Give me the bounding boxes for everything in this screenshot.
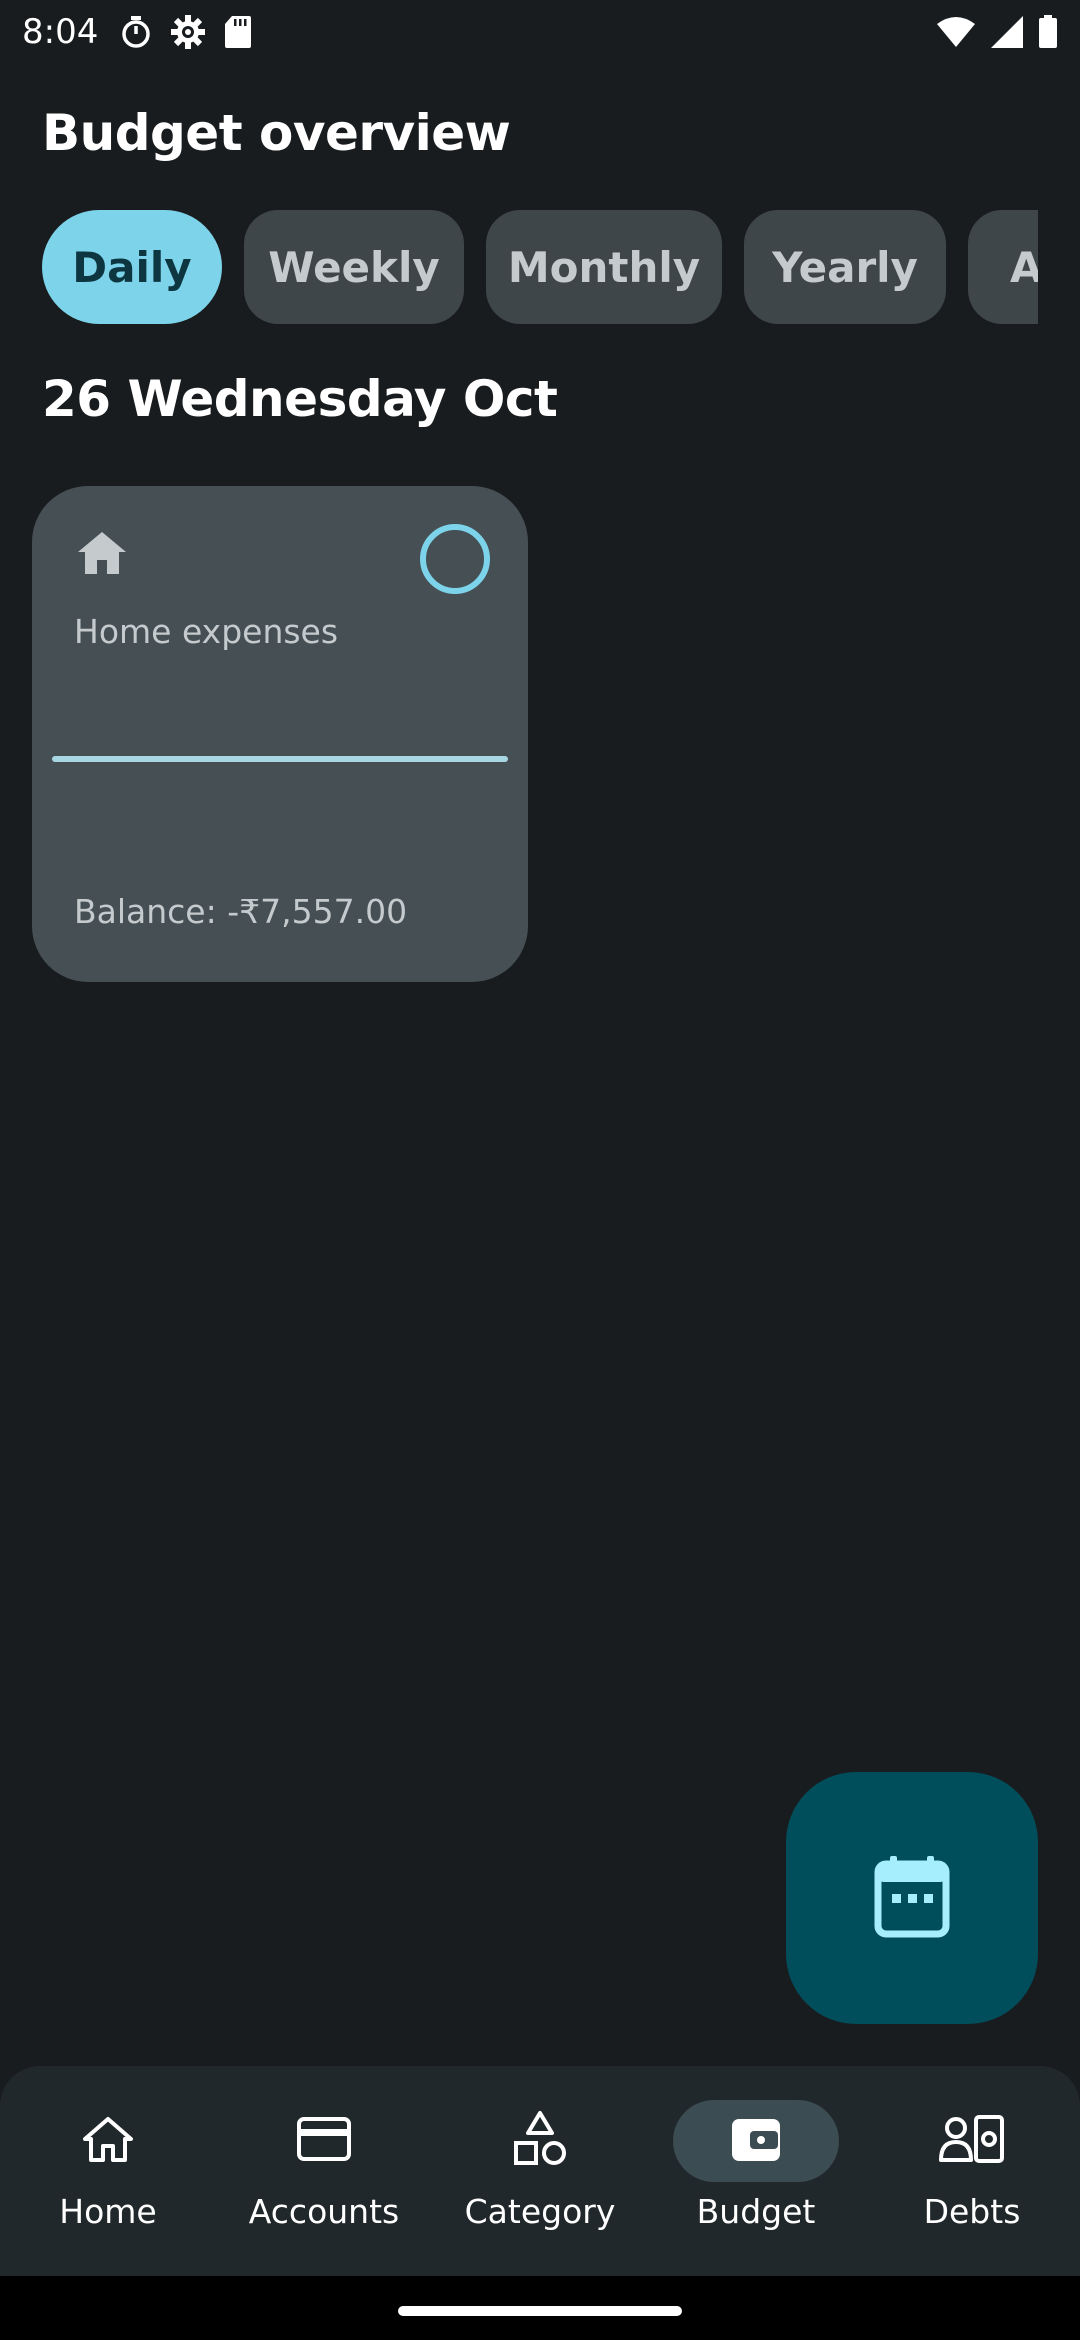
shapes-icon — [512, 2110, 568, 2172]
calendar-fab-button[interactable] — [786, 1772, 1038, 2024]
status-time: 8:04 — [22, 12, 99, 52]
credit-card-icon — [296, 2116, 352, 2166]
sd-card-icon — [224, 15, 252, 49]
settings-icon — [170, 14, 206, 50]
calendar-icon — [874, 1854, 950, 1942]
tab-weekly[interactable]: Weekly — [244, 210, 464, 324]
home-icon — [76, 530, 128, 580]
tab-daily[interactable]: Daily — [42, 210, 222, 324]
nav-label-home: Home — [59, 2192, 157, 2231]
page-title: Budget overview — [42, 104, 511, 162]
date-heading: 26 Wednesday Oct — [42, 370, 558, 428]
nav-item-home[interactable]: Home — [0, 2066, 216, 2276]
nav-item-debts[interactable]: Debts — [864, 2066, 1080, 2276]
home-icon — [81, 2115, 135, 2167]
period-tabs: Daily Weekly Monthly Yearly A — [42, 210, 1038, 326]
status-bar: 8:04 — [0, 0, 1080, 64]
bottom-navigation: Home Accounts Category Budget Debts — [0, 2066, 1080, 2276]
tab-yearly[interactable]: Yearly — [744, 210, 946, 324]
nav-item-accounts[interactable]: Accounts — [216, 2066, 432, 2276]
nav-icon-wrap-active — [673, 2100, 839, 2182]
wifi-icon — [936, 16, 976, 48]
budget-name: Home expenses — [74, 612, 339, 651]
nav-icon-wrap — [889, 2100, 1055, 2182]
status-left-icons — [120, 14, 252, 50]
nav-item-budget[interactable]: Budget — [648, 2066, 864, 2276]
debts-icon — [938, 2114, 1006, 2168]
budget-progress-bar — [52, 756, 508, 762]
gesture-handle[interactable] — [398, 2306, 682, 2316]
nav-label-category: Category — [464, 2192, 616, 2231]
nav-icon-wrap — [25, 2100, 191, 2182]
wallet-icon — [730, 2115, 782, 2167]
nav-label-budget: Budget — [696, 2192, 816, 2231]
tab-all[interactable]: A — [968, 210, 1038, 324]
tab-monthly[interactable]: Monthly — [486, 210, 722, 324]
nav-item-category[interactable]: Category — [432, 2066, 648, 2276]
budget-progress-fill — [52, 756, 508, 762]
gesture-navigation-area — [0, 2276, 1080, 2340]
status-right-icons — [936, 15, 1058, 49]
battery-icon — [1038, 15, 1058, 49]
nav-label-accounts: Accounts — [248, 2192, 400, 2231]
signal-icon — [990, 15, 1024, 49]
nav-label-debts: Debts — [923, 2192, 1021, 2231]
nav-icon-wrap — [457, 2100, 623, 2182]
screen: 8:04 Budget overview Daily Weekly Monthl… — [0, 0, 1080, 2340]
budget-card-home-expenses[interactable]: Home expenses Balance: -₹7,557.00 — [32, 486, 528, 982]
budget-progress-ring — [418, 522, 492, 600]
budget-balance: Balance: -₹7,557.00 — [74, 892, 408, 931]
timer-icon — [120, 15, 152, 49]
nav-icon-wrap — [241, 2100, 407, 2182]
